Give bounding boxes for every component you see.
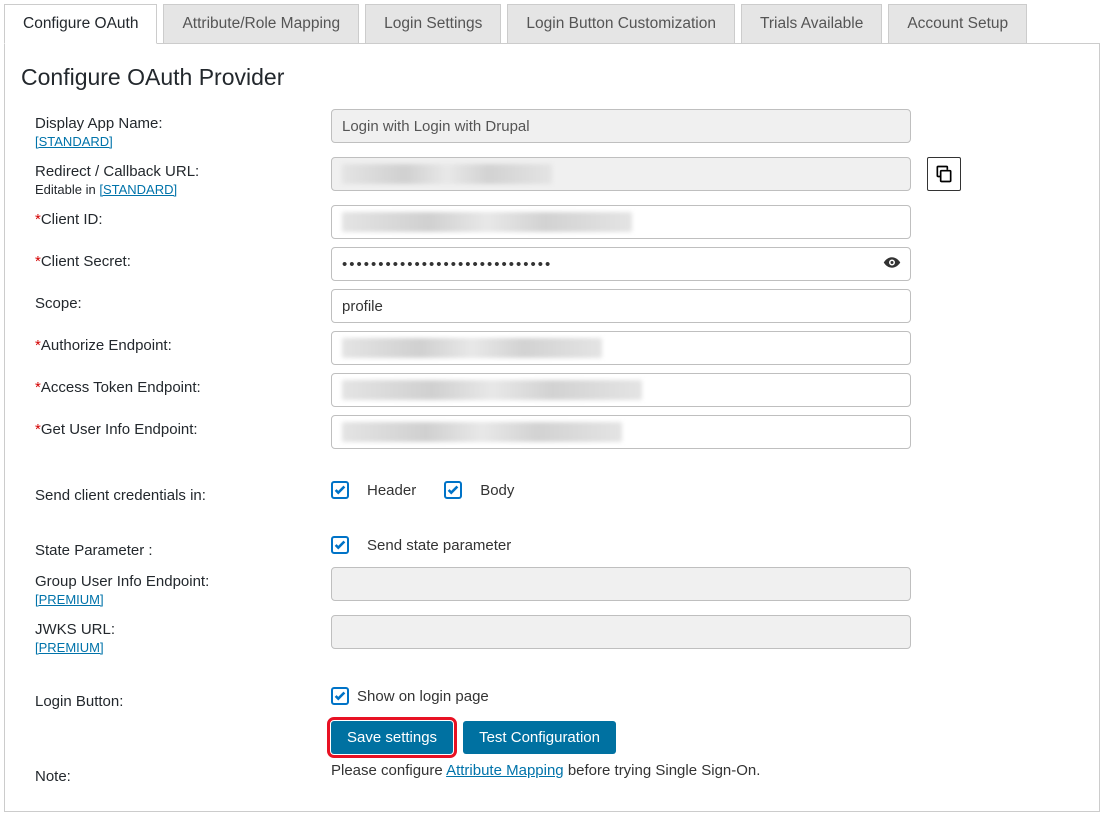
checkbox-show-on-login[interactable] [331, 687, 349, 705]
authorize-endpoint-input[interactable] [331, 331, 911, 365]
tab-attribute-role-mapping[interactable]: Attribute/Role Mapping [163, 4, 359, 44]
check-icon [333, 483, 347, 497]
label-user-info-endpoint: Get User Info Endpoint: [41, 421, 198, 438]
label-editable-in: Editable in [35, 182, 99, 197]
badge-standard-link-2[interactable]: [STANDARD] [99, 182, 177, 197]
copy-callback-button[interactable] [927, 157, 961, 191]
checkbox-send-state-label[interactable]: Send state parameter [367, 537, 511, 554]
tab-configure-oauth[interactable]: Configure OAuth [4, 4, 157, 44]
label-login-button: Login Button: [35, 693, 123, 710]
note-suffix: before trying Single Sign-On. [564, 762, 761, 779]
checkbox-header-label[interactable]: Header [367, 482, 416, 499]
copy-icon [934, 164, 954, 184]
checkbox-body[interactable] [444, 481, 462, 499]
badge-standard-link[interactable]: [STANDARD] [35, 134, 113, 149]
client-id-input[interactable] [331, 205, 911, 239]
check-icon [446, 483, 460, 497]
user-info-endpoint-input[interactable] [331, 415, 911, 449]
label-scope: Scope: [35, 295, 82, 312]
label-client-id: Client ID: [41, 211, 103, 228]
eye-icon [883, 254, 901, 272]
label-jwks-url: JWKS URL: [35, 621, 331, 638]
tab-trials-available[interactable]: Trials Available [741, 4, 882, 44]
scope-input[interactable] [331, 289, 911, 323]
note-prefix: Please configure [331, 762, 446, 779]
config-panel: Configure OAuth Provider Display App Nam… [4, 43, 1100, 812]
label-redirect-callback: Redirect / Callback URL: [35, 163, 331, 180]
save-settings-button[interactable]: Save settings [331, 721, 453, 754]
label-send-client-credentials: Send client credentials in: [35, 487, 206, 504]
label-access-token-endpoint: Access Token Endpoint: [41, 379, 201, 396]
checkbox-send-state[interactable] [331, 536, 349, 554]
label-group-user-info-endpoint: Group User Info Endpoint: [35, 573, 331, 590]
access-token-endpoint-input[interactable] [331, 373, 911, 407]
tab-account-setup[interactable]: Account Setup [888, 4, 1027, 44]
badge-premium-link[interactable]: [PREMIUM] [35, 592, 104, 607]
test-configuration-button[interactable]: Test Configuration [463, 721, 616, 754]
redirect-callback-input [331, 157, 911, 191]
note-text: Please configure Attribute Mapping befor… [331, 762, 760, 779]
tabs-bar: Configure OAuth Attribute/Role Mapping L… [4, 4, 1100, 44]
client-secret-input[interactable] [331, 247, 911, 281]
tab-login-settings[interactable]: Login Settings [365, 4, 501, 44]
group-user-info-input [331, 567, 911, 601]
checkbox-show-on-login-label[interactable]: Show on login page [357, 688, 489, 705]
check-icon [333, 538, 347, 552]
label-client-secret: Client Secret: [41, 253, 131, 270]
label-display-app-name: Display App Name: [35, 115, 331, 132]
jwks-url-input [331, 615, 911, 649]
page-title: Configure OAuth Provider [21, 64, 1083, 91]
attribute-mapping-link[interactable]: Attribute Mapping [446, 762, 564, 779]
checkbox-body-label[interactable]: Body [480, 482, 514, 499]
label-state-parameter: State Parameter : [35, 542, 153, 559]
display-app-name-input [331, 109, 911, 143]
checkbox-header[interactable] [331, 481, 349, 499]
badge-premium-link-2[interactable]: [PREMIUM] [35, 640, 104, 655]
tab-login-button-customization[interactable]: Login Button Customization [507, 4, 735, 44]
label-authorize-endpoint: Authorize Endpoint: [41, 337, 172, 354]
check-icon [333, 689, 347, 703]
label-note: Note: [35, 768, 71, 785]
toggle-secret-visibility[interactable] [883, 254, 901, 275]
